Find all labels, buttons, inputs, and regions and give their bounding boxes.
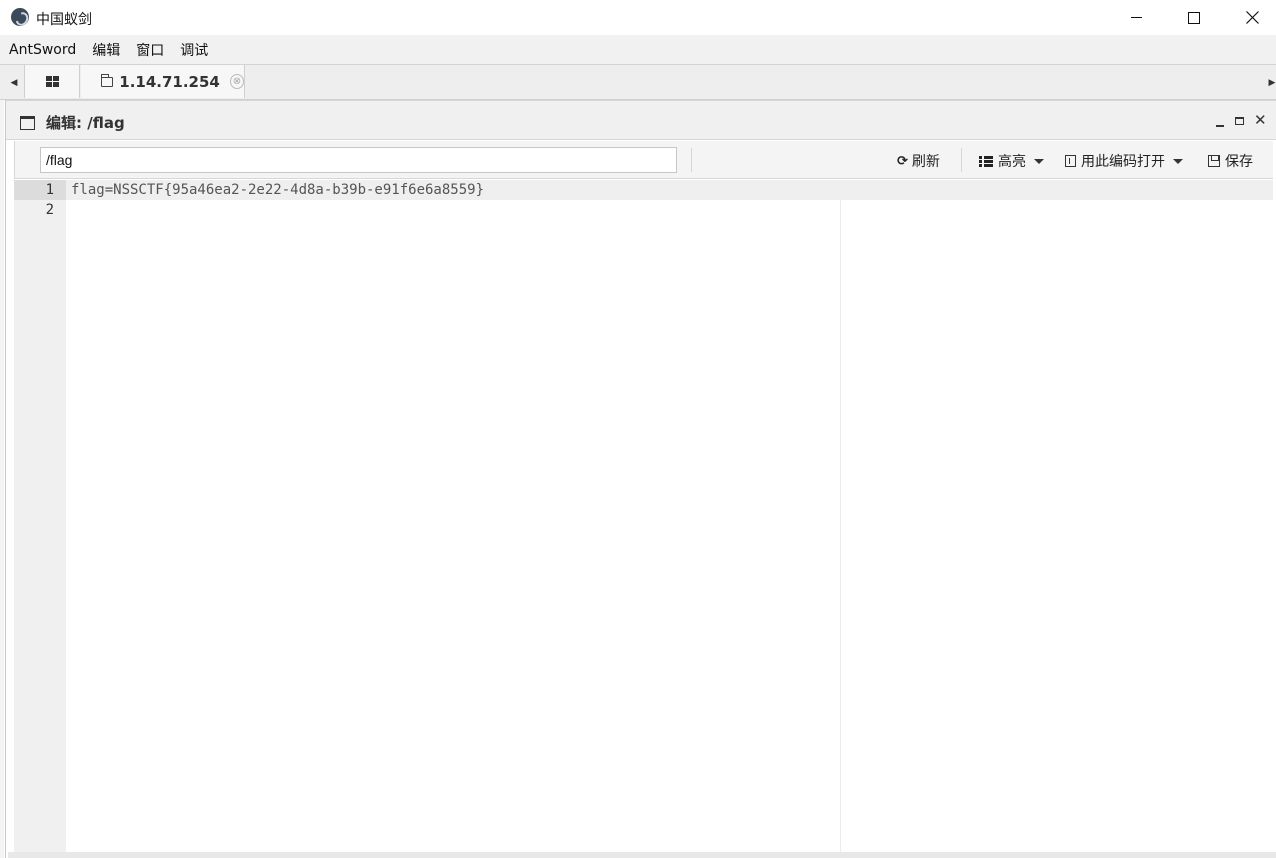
menu-edit[interactable]: 编辑: [92, 40, 120, 60]
title-bar: 中国蚁剑: [0, 0, 1276, 35]
antsword-logo-icon: [11, 8, 29, 26]
maximize-icon: [1188, 11, 1200, 24]
open-encoding-dropdown[interactable]: 用此编码打开: [1065, 151, 1183, 171]
tab-scroll-right-button[interactable]: ▶: [1262, 65, 1276, 100]
menu-window[interactable]: 窗口: [136, 40, 164, 60]
editor-window: 编辑: /flag ✕ ⟳ 刷新 高亮 用此编码打开 保存: [5, 100, 1276, 858]
toolbar-divider: [961, 148, 962, 172]
window-icon: [20, 116, 35, 130]
code-editor[interactable]: 1 flag=NSSCTF{95a46ea2-2e22-4d8a-b39b-e9…: [14, 180, 1273, 852]
minimize-button[interactable]: [1107, 0, 1165, 35]
save-label: 保存: [1225, 154, 1253, 170]
print-margin: [840, 200, 841, 852]
chevron-down-icon: [1034, 158, 1044, 164]
editor-toolbar: ⟳ 刷新 高亮 用此编码打开 保存: [14, 141, 1273, 179]
menu-bar: AntSword 编辑 窗口 调试: [0, 35, 1276, 64]
close-window-button[interactable]: [1223, 0, 1276, 35]
open-encoding-label: 用此编码打开: [1081, 154, 1165, 170]
line-number: 1: [45, 182, 54, 198]
menu-antsword[interactable]: AntSword: [9, 42, 76, 58]
line-number: 2: [45, 202, 54, 218]
encoding-icon: [1065, 155, 1076, 167]
list-icon: [979, 155, 993, 167]
editor-window-header: 编辑: /flag ✕: [6, 100, 1276, 140]
line-number-gutter: [14, 180, 66, 852]
tab-close-icon[interactable]: ⊗: [229, 74, 244, 89]
save-button[interactable]: 保存: [1208, 151, 1253, 171]
folder-icon: [101, 73, 114, 87]
editor-window-title: 编辑: /flag: [46, 114, 125, 132]
restore-icon: [1235, 117, 1244, 125]
chevron-down-icon: [1173, 158, 1183, 164]
tab-scroll-left-button[interactable]: ◀: [4, 65, 24, 100]
refresh-button[interactable]: ⟳ 刷新: [897, 151, 940, 171]
code-line[interactable]: flag=NSSCTF{95a46ea2-2e22-4d8a-b39b-e91f…: [71, 180, 484, 200]
grid-icon: [45, 76, 59, 87]
tab-bar: ◀ 1.14.71.254 ⊗ ▶: [0, 64, 1276, 100]
tab-home[interactable]: [24, 65, 80, 98]
highlight-dropdown[interactable]: 高亮: [979, 151, 1044, 171]
horizontal-scrollbar[interactable]: [8, 852, 1276, 858]
path-input[interactable]: [40, 147, 677, 173]
left-edge: [0, 100, 4, 858]
menu-debug[interactable]: 调试: [180, 40, 208, 60]
minimize-icon: [1130, 17, 1142, 18]
tab-host[interactable]: 1.14.71.254 ⊗: [81, 65, 245, 98]
panel-close-button[interactable]: ✕: [1254, 111, 1267, 129]
tab-host-label: 1.14.71.254: [119, 72, 220, 91]
panel-restore-button[interactable]: [1235, 113, 1244, 125]
panel-minimize-button[interactable]: [1216, 115, 1224, 127]
save-icon: [1208, 155, 1220, 167]
window-title: 中国蚁剑: [36, 12, 92, 28]
close-icon: [1245, 11, 1259, 24]
minimize-icon: [1216, 125, 1224, 127]
highlight-label: 高亮: [998, 154, 1026, 170]
toolbar-divider: [691, 148, 692, 172]
refresh-label: 刷新: [911, 154, 940, 170]
refresh-icon: ⟳: [897, 153, 908, 169]
maximize-button[interactable]: [1165, 0, 1223, 35]
